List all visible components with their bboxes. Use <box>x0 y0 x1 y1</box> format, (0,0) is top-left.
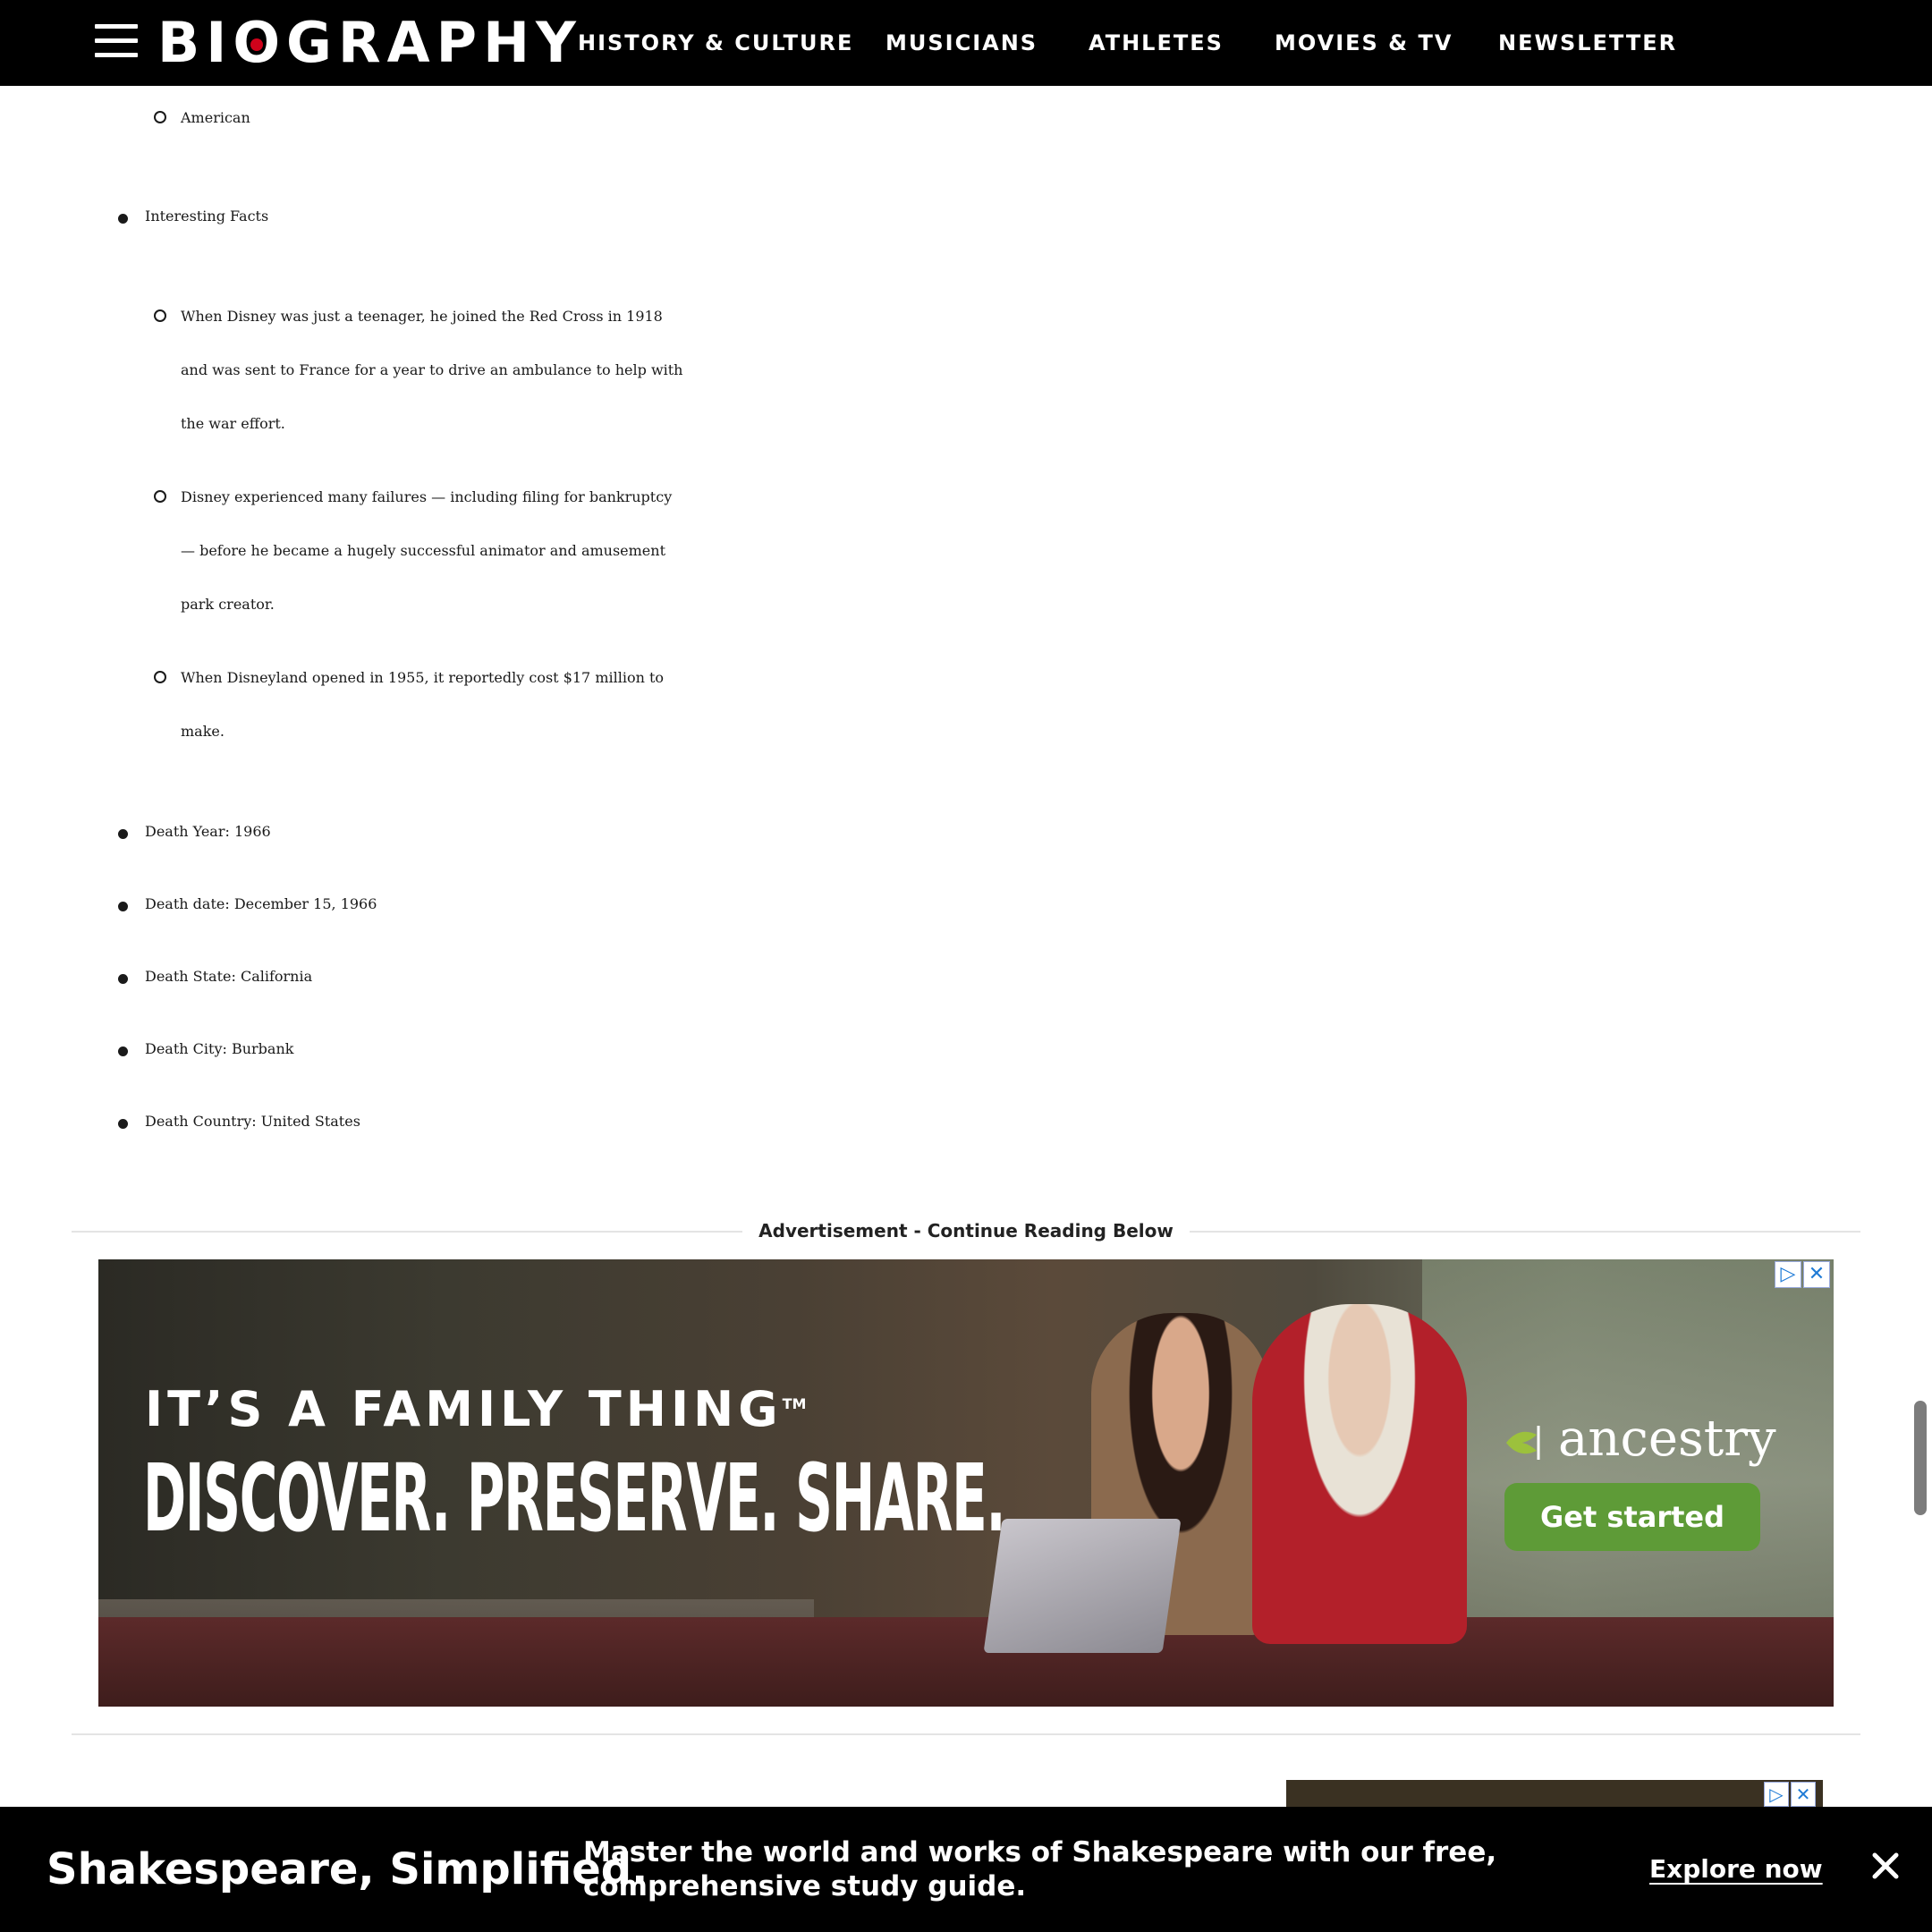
ad-laptop <box>983 1519 1182 1653</box>
nav-movies-tv[interactable]: MOVIES & TV <box>1275 27 1453 59</box>
ad-table-bg <box>98 1617 1834 1707</box>
logo-text-b: GRAPHY <box>286 10 582 75</box>
fact-item: When Disneyland opened in 1955, it repor… <box>154 651 1218 758</box>
promo-title: Shakespeare, Simplified. <box>47 1844 648 1894</box>
nav-history-culture[interactable]: HISTORY & CULTURE <box>578 27 853 59</box>
ad-person-older <box>1252 1304 1467 1644</box>
nav-musicians[interactable]: MUSICIANS <box>886 27 1038 59</box>
ancestry-ad-banner[interactable]: IT’S A FAMILY THINGTM DISCOVER. PRESERVE… <box>98 1259 1834 1707</box>
nav-athletes[interactable]: ATHLETES <box>1089 27 1224 59</box>
ad-tagline: IT’S A FAMILY THINGTM <box>145 1381 806 1437</box>
fact-line: make. <box>181 723 225 740</box>
logo-o: O <box>233 10 287 75</box>
fact-line: Disney experienced many failures — inclu… <box>181 488 673 505</box>
page-scrollbar-thumb[interactable] <box>1914 1401 1927 1515</box>
death-year-item: Death Year: 1966 <box>118 805 1218 859</box>
ad-label-row: Advertisement - Continue Reading Below <box>72 1215 1860 1247</box>
biography-logo[interactable]: BIOGRAPHY <box>157 11 582 75</box>
promo-close-icon[interactable] <box>1868 1848 1903 1884</box>
fact-item: When Disney was just a teenager, he join… <box>154 290 1218 451</box>
fact-line: and was sent to France for a year to dri… <box>181 361 683 378</box>
ancestry-logo: ancestry <box>1503 1408 1776 1470</box>
ad-label: Advertisement - Continue Reading Below <box>742 1220 1190 1241</box>
explore-now-link[interactable]: Explore now <box>1649 1852 1823 1887</box>
nationality-value: American <box>154 91 1218 145</box>
side-ad-close-icon[interactable]: ✕ <box>1791 1782 1816 1807</box>
ad-tagline-tm: TM <box>782 1395 807 1412</box>
death-state-item: Death State: California <box>118 950 1218 1004</box>
ancestry-brand-text: ancestry <box>1558 1410 1776 1468</box>
ad-label-wrap: Advertisement - Continue Reading Below <box>72 1215 1860 1247</box>
fact-line: When Disneyland opened in 1955, it repor… <box>181 669 665 686</box>
fact-line: park creator. <box>181 596 275 613</box>
ad-tagline-text: IT’S A FAMILY THING <box>145 1381 783 1437</box>
death-country-item: Death Country: United States <box>118 1095 1218 1148</box>
hamburger-menu-icon[interactable] <box>95 22 138 60</box>
fact-line: When Disney was just a teenager, he join… <box>181 308 663 325</box>
fact-line: — before he became a hugely successful a… <box>181 542 666 559</box>
nav-newsletter[interactable]: NEWSLETTER <box>1498 27 1677 59</box>
ancestry-leaf-icon <box>1506 1425 1540 1460</box>
interesting-facts-label: Interesting Facts <box>118 190 1218 243</box>
death-city-item: Death City: Burbank <box>118 1022 1218 1076</box>
fact-line: the war effort. <box>181 415 285 432</box>
fact-item: Disney experienced many failures — inclu… <box>154 470 1218 631</box>
shakespeare-promo-banner: Shakespeare, Simplified. Master the worl… <box>0 1807 1932 1932</box>
side-adchoices-icon[interactable]: ▷ <box>1764 1782 1789 1807</box>
get-started-button[interactable]: Get started <box>1504 1483 1760 1551</box>
ad-close-icon[interactable]: ✕ <box>1803 1261 1830 1288</box>
adchoices-icon[interactable]: ▷ <box>1775 1261 1801 1288</box>
ad-headline: DISCOVER. PRESERVE. SHARE. <box>143 1444 1006 1553</box>
promo-description: Master the world and works of Shakespear… <box>583 1836 1497 1902</box>
ad-bottom-divider <box>72 1733 1860 1735</box>
logo-text-a: BI <box>157 10 233 75</box>
site-header: BIOGRAPHY HISTORY & CULTURE MUSICIANS AT… <box>0 0 1932 86</box>
death-date-item: Death date: December 15, 1966 <box>118 877 1218 931</box>
